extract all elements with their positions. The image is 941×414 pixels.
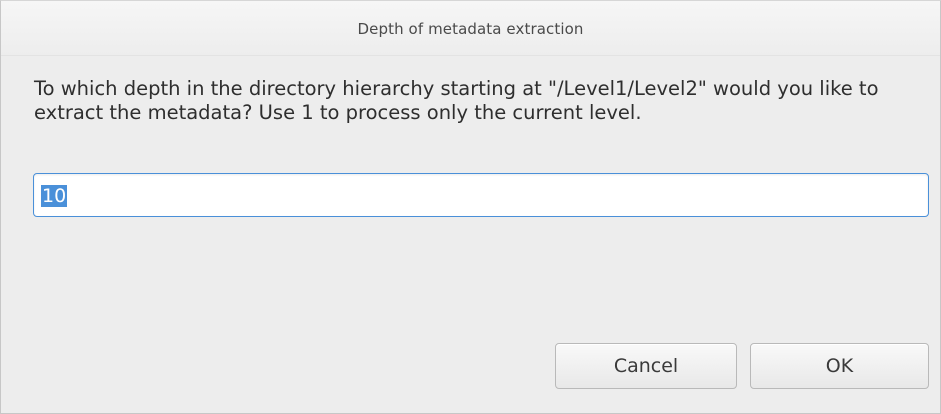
- ok-button[interactable]: OK: [750, 343, 929, 389]
- title-bar[interactable]: Depth of metadata extraction: [1, 1, 940, 56]
- cancel-button[interactable]: Cancel: [555, 343, 737, 389]
- dialog-window: Depth of metadata extraction To which de…: [0, 0, 941, 414]
- dialog-title: Depth of metadata extraction: [357, 20, 584, 38]
- depth-input[interactable]: 10: [33, 173, 929, 217]
- dialog-message: To which depth in the directory hierarch…: [34, 77, 879, 124]
- depth-input-value: 10: [41, 185, 68, 207]
